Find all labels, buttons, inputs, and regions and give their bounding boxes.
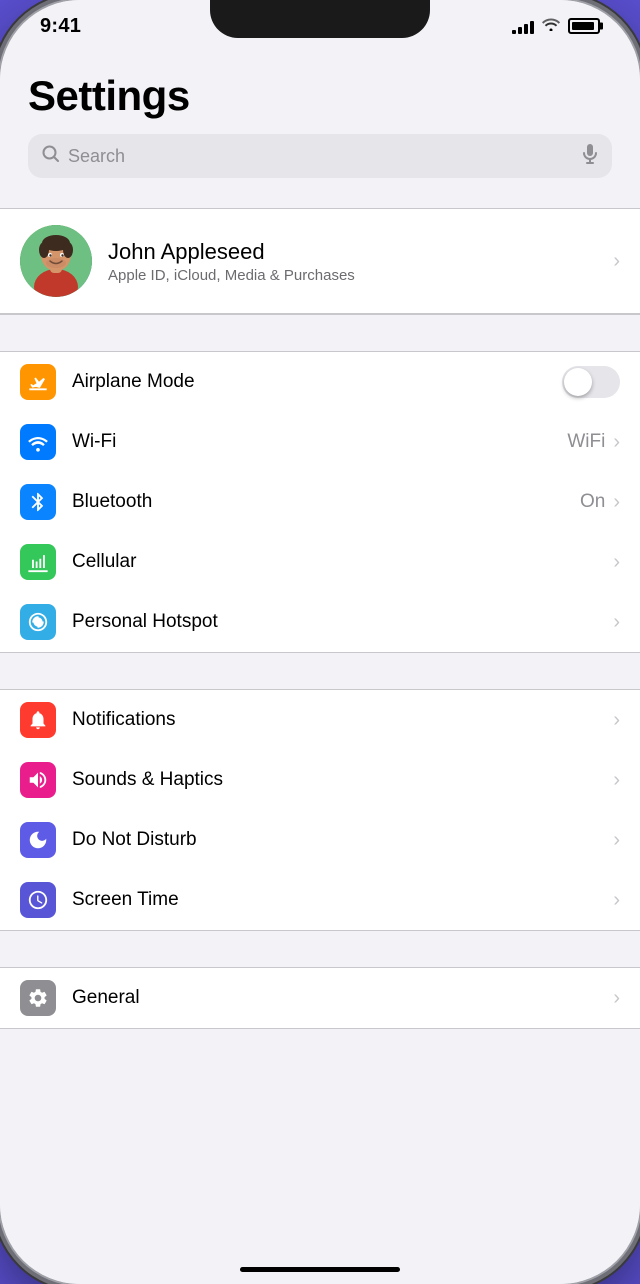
wifi-label: Wi-Fi: [72, 431, 567, 453]
bluetooth-label: Bluetooth: [72, 491, 580, 513]
sounds-item[interactable]: Sounds & Haptics ›: [0, 750, 640, 810]
notifications-group: Notifications › Sounds & Haptics ›: [0, 689, 640, 931]
profile-section: John Appleseed Apple ID, iCloud, Media &…: [0, 208, 640, 315]
profile-name: John Appleseed: [108, 239, 597, 265]
profile-info: John Appleseed Apple ID, iCloud, Media &…: [108, 239, 597, 284]
status-time: 9:41: [40, 15, 81, 38]
hotspot-chevron-icon: ›: [613, 611, 620, 634]
notifications-section: Notifications › Sounds & Haptics ›: [0, 689, 640, 931]
page-title: Settings: [0, 52, 640, 134]
screentime-chevron-icon: ›: [613, 889, 620, 912]
hotspot-label: Personal Hotspot: [72, 611, 613, 633]
bluetooth-chevron-icon: ›: [613, 491, 620, 514]
wifi-value: WiFi: [567, 431, 605, 453]
dnd-label: Do Not Disturb: [72, 829, 613, 851]
phone-frame: 9:41: [0, 0, 640, 1284]
notifications-label: Notifications: [72, 709, 613, 731]
wifi-item[interactable]: Wi-Fi WiFi ›: [0, 412, 640, 472]
sounds-label: Sounds & Haptics: [72, 769, 613, 791]
sounds-icon: [20, 762, 56, 798]
status-icons: [512, 17, 600, 36]
general-section: General ›: [0, 967, 640, 1069]
bluetooth-icon: [20, 484, 56, 520]
home-indicator: [240, 1267, 400, 1272]
profile-card[interactable]: John Appleseed Apple ID, iCloud, Media &…: [0, 209, 640, 314]
microphone-icon: [582, 144, 598, 169]
general-label: General: [72, 987, 613, 1009]
screen-content[interactable]: Settings Search: [0, 0, 640, 1284]
cellular-chevron-icon: ›: [613, 551, 620, 574]
cellular-item[interactable]: Cellular ›: [0, 532, 640, 592]
general-group: General ›: [0, 967, 640, 1029]
bluetooth-item[interactable]: Bluetooth On ›: [0, 472, 640, 532]
search-icon: [42, 145, 60, 168]
general-icon: [20, 980, 56, 1016]
search-placeholder: Search: [68, 146, 574, 167]
bluetooth-value: On: [580, 491, 605, 513]
airplane-mode-item[interactable]: Airplane Mode: [0, 352, 640, 412]
screentime-item[interactable]: Screen Time ›: [0, 870, 640, 930]
dnd-icon: [20, 822, 56, 858]
cellular-icon: [20, 544, 56, 580]
dnd-item[interactable]: Do Not Disturb ›: [0, 810, 640, 870]
search-bar[interactable]: Search: [28, 134, 612, 178]
wifi-status-icon: [542, 17, 560, 36]
hotspot-icon: [20, 604, 56, 640]
airplane-mode-icon: [20, 364, 56, 400]
wifi-chevron-icon: ›: [613, 431, 620, 454]
wifi-icon: [20, 424, 56, 460]
hotspot-item[interactable]: Personal Hotspot ›: [0, 592, 640, 652]
airplane-mode-label: Airplane Mode: [72, 371, 562, 393]
cellular-label: Cellular: [72, 551, 613, 573]
screentime-icon: [20, 882, 56, 918]
general-chevron-icon: ›: [613, 987, 620, 1010]
connectivity-group: Airplane Mode Wi-Fi WiFi: [0, 351, 640, 653]
notifications-chevron-icon: ›: [613, 709, 620, 732]
notch: [210, 0, 430, 38]
battery-icon: [568, 18, 600, 34]
general-item[interactable]: General ›: [0, 968, 640, 1028]
chevron-icon: ›: [613, 250, 620, 273]
signal-icon: [512, 18, 534, 34]
airplane-mode-toggle[interactable]: [562, 366, 620, 398]
dnd-chevron-icon: ›: [613, 829, 620, 852]
connectivity-section: Airplane Mode Wi-Fi WiFi: [0, 351, 640, 653]
avatar: [20, 225, 92, 297]
notifications-icon: [20, 702, 56, 738]
sounds-chevron-icon: ›: [613, 769, 620, 792]
screentime-label: Screen Time: [72, 889, 613, 911]
notifications-item[interactable]: Notifications ›: [0, 690, 640, 750]
profile-subtitle: Apple ID, iCloud, Media & Purchases: [108, 267, 597, 284]
